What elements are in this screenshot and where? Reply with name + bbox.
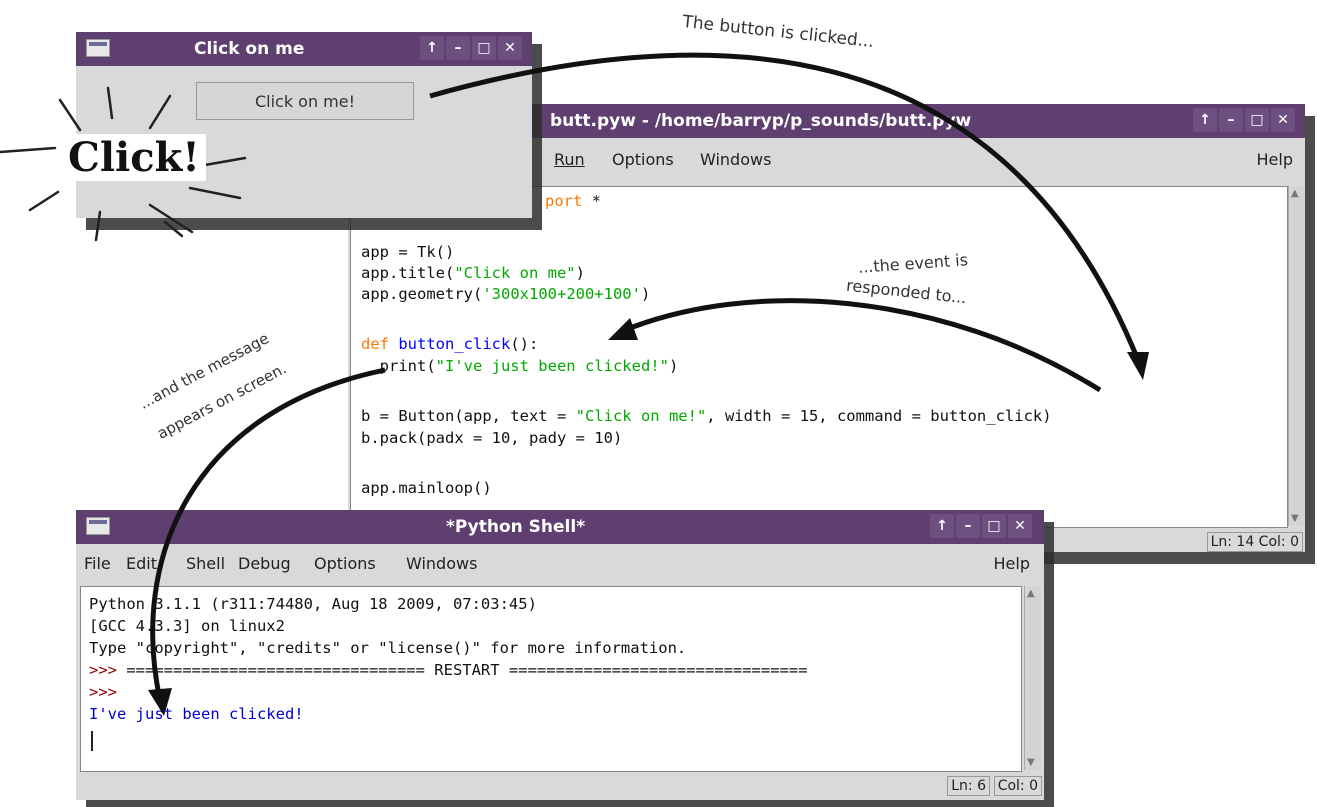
shell-title: *Python Shell*	[446, 517, 586, 537]
shell-output-line: I've just been clicked!	[89, 705, 304, 723]
scroll-down-icon[interactable]: ▼	[1027, 757, 1035, 768]
menu-windows[interactable]: Windows	[700, 150, 771, 169]
click-label: Click!	[62, 134, 206, 181]
shell-window-controls: ↑ – □ ✕	[930, 514, 1032, 538]
close-icon[interactable]: ✕	[498, 36, 522, 60]
window-menu-icon[interactable]	[86, 517, 110, 535]
text-cursor	[91, 731, 93, 751]
menu-edit[interactable]: Edit	[126, 554, 157, 573]
shell-status-col: Col: 0	[993, 776, 1042, 796]
close-icon[interactable]: ✕	[1271, 108, 1295, 132]
menu-debug[interactable]: Debug	[238, 554, 291, 573]
menu-windows[interactable]: Windows	[406, 554, 477, 573]
code-line: b = Button(app, text = "Click on me!", w…	[361, 407, 1052, 425]
shell-window: *Python Shell* ↑ – □ ✕ File Edit Shell D…	[76, 510, 1044, 800]
code-line: app.mainloop()	[361, 479, 492, 497]
menu-help[interactable]: Help	[1257, 150, 1293, 169]
menu-run[interactable]: Run	[554, 150, 585, 169]
minimize-icon[interactable]: –	[1219, 108, 1243, 132]
shell-line: Python 3.1.1 (r311:74480, Aug 18 2009, 0…	[89, 595, 537, 613]
menu-file[interactable]: File	[84, 554, 111, 573]
maximize-icon[interactable]: □	[472, 36, 496, 60]
scroll-up-icon[interactable]: ▲	[1027, 588, 1035, 599]
shell-line: >>> ================================ RES…	[89, 661, 808, 679]
menu-help[interactable]: Help	[994, 554, 1030, 573]
scroll-down-icon[interactable]: ▼	[1291, 513, 1299, 524]
scroll-up-icon[interactable]: ▲	[1291, 188, 1299, 199]
shell-status-ln: Ln: 6	[947, 776, 990, 796]
code-editor[interactable]: port * app = Tk() app.title("Click on me…	[350, 186, 1288, 528]
click-titlebar[interactable]: Click on me ↑ – □ ✕	[76, 32, 532, 66]
close-icon[interactable]: ✕	[1008, 514, 1032, 538]
code-line: b.pack(padx = 10, pady = 10)	[361, 429, 623, 447]
menu-options[interactable]: Options	[314, 554, 376, 573]
editor-status: Ln: 14 Col: 0	[1206, 532, 1303, 552]
shell-menubar: File Edit Shell Debug Options Windows He…	[76, 548, 1044, 580]
shell-line: [GCC 4.3.3] on linux2	[89, 617, 285, 635]
shell-output[interactable]: Python 3.1.1 (r311:74480, Aug 18 2009, 0…	[80, 586, 1022, 772]
maximize-icon[interactable]: □	[982, 514, 1006, 538]
shell-line: Type "copyright", "credits" or "license(…	[89, 639, 687, 657]
shell-scrollbar[interactable]: ▲ ▼	[1024, 586, 1041, 770]
shell-titlebar[interactable]: *Python Shell* ↑ – □ ✕	[76, 510, 1044, 544]
raise-icon[interactable]: ↑	[420, 36, 444, 60]
annotation-button-clicked: The button is clicked...	[681, 12, 875, 52]
code-line: app.title("Click on me")	[361, 264, 585, 282]
minimize-icon[interactable]: –	[446, 36, 470, 60]
code-line: app = Tk()	[361, 243, 455, 261]
minimize-icon[interactable]: –	[956, 514, 980, 538]
click-window-controls: ↑ – □ ✕	[420, 36, 522, 60]
click-on-me-button[interactable]: Click on me!	[196, 82, 414, 120]
code-line: def button_click():	[361, 335, 539, 353]
menu-options[interactable]: Options	[612, 150, 674, 169]
raise-icon[interactable]: ↑	[930, 514, 954, 538]
shell-prompt: >>>	[89, 683, 117, 701]
annotation-message-2: appears on screen.	[154, 359, 290, 443]
editor-title: butt.pyw - /home/barryp/p_sounds/butt.py…	[550, 111, 972, 131]
editor-window-controls: ↑ – □ ✕	[1193, 108, 1295, 132]
maximize-icon[interactable]: □	[1245, 108, 1269, 132]
code-line: app.geometry('300x100+200+100')	[361, 285, 651, 303]
menu-shell[interactable]: Shell	[186, 554, 225, 573]
code-line: port *	[545, 192, 601, 210]
raise-icon[interactable]: ↑	[1193, 108, 1217, 132]
click-window: Click on me ↑ – □ ✕ Click on me!	[76, 32, 532, 218]
editor-scrollbar[interactable]: ▲ ▼	[1288, 186, 1305, 526]
click-title: Click on me	[194, 39, 305, 59]
window-menu-icon[interactable]	[86, 39, 110, 57]
code-line: print("I've just been clicked!")	[361, 357, 679, 375]
